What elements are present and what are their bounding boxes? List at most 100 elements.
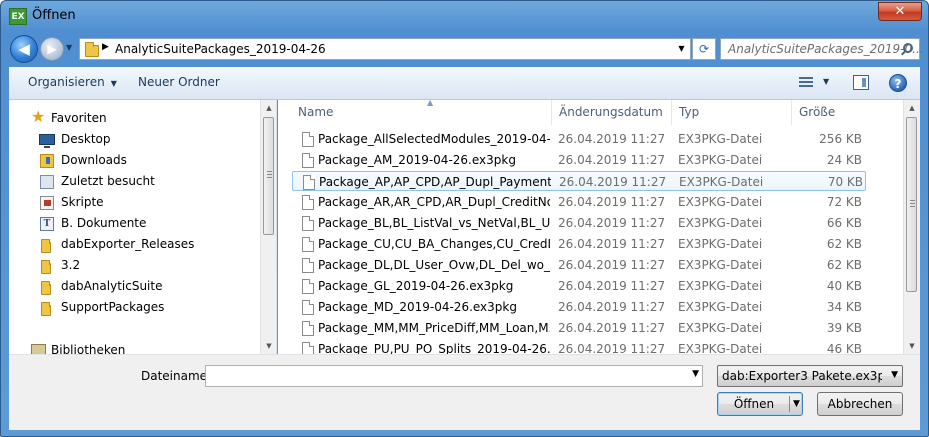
recent-locations-dropdown-icon[interactable]: ▼ xyxy=(66,43,72,52)
address-bar[interactable]: ▶ AnalyticSuitePackages_2019-04-26 xyxy=(79,38,690,60)
column-header-name[interactable]: ▲ Name xyxy=(291,100,552,125)
file-type: EX3PKG-Datei xyxy=(678,216,763,230)
close-button[interactable]: ✕ xyxy=(878,2,922,21)
file-list: ▲ Name Änderungsdatum Typ Größe Package_… xyxy=(278,100,920,354)
sidebar-item-supportpackages[interactable]: SupportPackages xyxy=(9,297,259,318)
file-name: Package_AM_2019-04-26.ex3pkg xyxy=(318,153,516,167)
open-button[interactable]: Öffnen ▼ xyxy=(717,392,803,416)
sidebar-item-dabanalyticsuite[interactable]: dabAnalyticSuite xyxy=(9,276,259,297)
sidebar-item-documents[interactable]: T B. Dokumente xyxy=(9,213,259,234)
search-input[interactable]: AnalyticSuitePackages_2019-0... xyxy=(720,38,924,60)
sidebar-item-label: Skripte xyxy=(61,195,104,209)
file-date: 26.04.2019 11:27 xyxy=(558,300,666,314)
address-dropdown-icon[interactable]: ▼ xyxy=(673,38,691,60)
table-row[interactable]: Package_AllSelectedModules_2019-04-26...… xyxy=(292,129,866,149)
table-row[interactable]: Package_BL,BL_ListVal_vs_NetVal,BL_Usr..… xyxy=(292,213,866,233)
folder-icon xyxy=(41,302,51,316)
sidebar-item-scripts[interactable]: Skripte xyxy=(9,192,259,213)
file-icon xyxy=(302,132,314,147)
downloads-folder-icon xyxy=(40,154,54,168)
file-icon xyxy=(302,279,314,294)
scroll-down-icon[interactable]: ▼ xyxy=(261,338,276,354)
breadcrumb-current-folder[interactable]: AnalyticSuitePackages_2019-04-26 xyxy=(115,42,326,56)
table-row[interactable]: Package_AR,AR_CPD,AR_Dupl_CreditNot... 26… xyxy=(292,192,866,212)
organize-button[interactable]: Organisieren ▼ xyxy=(28,75,117,89)
scrollbar-thumb[interactable] xyxy=(906,117,917,292)
file-type: EX3PKG-Datei xyxy=(678,342,763,354)
preview-pane-icon[interactable] xyxy=(853,75,869,90)
file-size: 66 KB xyxy=(826,216,862,230)
app-icon: EX xyxy=(9,8,27,25)
libraries-icon xyxy=(31,344,46,354)
table-row[interactable]: Package_MD_2019-04-26.ex3pkg 26.04.2019 1… xyxy=(292,297,866,317)
file-date: 26.04.2019 11:27 xyxy=(558,153,666,167)
table-row[interactable]: Package_GL_2019-04-26.ex3pkg 26.04.2019 1… xyxy=(292,276,866,296)
file-type-select[interactable]: dab:Exporter3 Pakete.ex3pkg (*. ▼ xyxy=(717,365,903,387)
open-options-dropdown-icon[interactable]: ▼ xyxy=(793,393,800,415)
scroll-down-icon[interactable]: ▼ xyxy=(904,338,920,354)
folder-icon xyxy=(41,260,51,274)
table-row[interactable]: Package_AP,AP_CPD,AP_Dupl_Payments... 26.… xyxy=(292,171,866,191)
file-size: 72 KB xyxy=(826,195,862,209)
table-row[interactable]: Package_PU,PU_PO_Splits_2019-04-26.ex...… xyxy=(292,339,866,354)
file-icon xyxy=(302,237,314,252)
organize-label: Organisieren xyxy=(28,75,105,89)
folder-icon xyxy=(85,42,99,57)
sidebar-item-label: Downloads xyxy=(61,153,127,167)
file-type: EX3PKG-Datei xyxy=(678,132,763,146)
sidebar-item-label: dabExporter_Releases xyxy=(61,237,195,251)
chevron-down-icon: ▼ xyxy=(891,370,898,380)
file-type: EX3PKG-Datei xyxy=(678,153,763,167)
back-button[interactable]: ◀ xyxy=(10,35,38,63)
search-icon[interactable] xyxy=(903,43,913,53)
column-header-size[interactable]: Größe xyxy=(792,100,872,125)
sidebar-item-favorites[interactable]: ★ Favoriten xyxy=(9,108,259,129)
file-type: EX3PKG-Datei xyxy=(678,279,763,293)
filename-input[interactable]: ▼ xyxy=(205,365,703,387)
help-icon[interactable]: ? xyxy=(889,74,907,92)
file-type: EX3PKG-Datei xyxy=(678,237,763,251)
column-header-type[interactable]: Typ xyxy=(672,100,792,125)
refresh-icon[interactable]: ⟳ xyxy=(692,38,716,60)
table-row[interactable]: Package_MM,MM_PriceDiff,MM_Loan,M... 26.0… xyxy=(292,318,866,338)
sidebar-item-recent[interactable]: Zuletzt besucht xyxy=(9,171,259,192)
table-row[interactable]: Package_CU,CU_BA_Changes,CU_CredLi... 26.… xyxy=(292,234,866,254)
window-title: Öffnen xyxy=(32,8,76,23)
navigation-scrollbar[interactable]: ▲ ▼ xyxy=(260,100,276,354)
file-date: 26.04.2019 11:27 xyxy=(558,237,666,251)
star-icon: ★ xyxy=(31,107,46,126)
table-row[interactable]: Package_DL,DL_User_Ovw,DL_Del_wo_SO... 26… xyxy=(292,255,866,275)
filename-history-dropdown-icon[interactable]: ▼ xyxy=(692,369,699,379)
file-type: EX3PKG-Datei xyxy=(678,321,763,335)
forward-button[interactable]: ▶ xyxy=(40,37,64,61)
file-name: Package_AR,AR_CPD,AR_Dupl_CreditNot... xyxy=(318,195,550,209)
file-name: Package_PU,PU_PO_Splits_2019-04-26.ex... xyxy=(318,342,550,354)
file-name: Package_BL,BL_ListVal_vs_NetVal,BL_Usr..… xyxy=(318,216,550,230)
view-dropdown-icon[interactable]: ▼ xyxy=(823,77,829,86)
scrollbar-thumb[interactable] xyxy=(263,117,274,235)
file-icon xyxy=(302,216,314,231)
sidebar-item-libraries[interactable]: Bibliotheken xyxy=(9,340,259,354)
file-type-value: dab:Exporter3 Pakete.ex3pkg (*. xyxy=(722,369,882,383)
title-bar[interactable]: EX Öffnen ✕ xyxy=(1,1,928,31)
column-header-date[interactable]: Änderungsdatum xyxy=(552,100,672,125)
file-size: 62 KB xyxy=(826,258,862,272)
sidebar-item-label: Desktop xyxy=(61,132,111,146)
breadcrumb-chevron-icon[interactable]: ▶ xyxy=(102,42,109,52)
scroll-up-icon[interactable]: ▲ xyxy=(261,100,276,116)
file-list-scrollbar[interactable]: ▲ ▼ xyxy=(903,100,920,354)
sidebar-item-downloads[interactable]: Downloads xyxy=(9,150,259,171)
cancel-button[interactable]: Abbrechen xyxy=(817,392,903,416)
scroll-up-icon[interactable]: ▲ xyxy=(904,100,920,116)
file-name: Package_AllSelectedModules_2019-04-26... xyxy=(318,132,550,146)
file-icon xyxy=(303,175,315,190)
filename-label: Dateiname: xyxy=(141,369,212,383)
view-options-icon[interactable] xyxy=(799,77,813,89)
file-icon xyxy=(302,300,314,315)
sidebar-item-dabexporter-releases[interactable]: dabExporter_Releases xyxy=(9,234,259,255)
new-folder-button[interactable]: Neuer Ordner xyxy=(138,75,220,89)
chevron-down-icon: ▼ xyxy=(110,79,117,88)
sidebar-item-3-2[interactable]: 3.2 xyxy=(9,255,259,276)
sidebar-item-desktop[interactable]: Desktop xyxy=(9,129,259,150)
table-row[interactable]: Package_AM_2019-04-26.ex3pkg 26.04.2019 1… xyxy=(292,150,866,170)
